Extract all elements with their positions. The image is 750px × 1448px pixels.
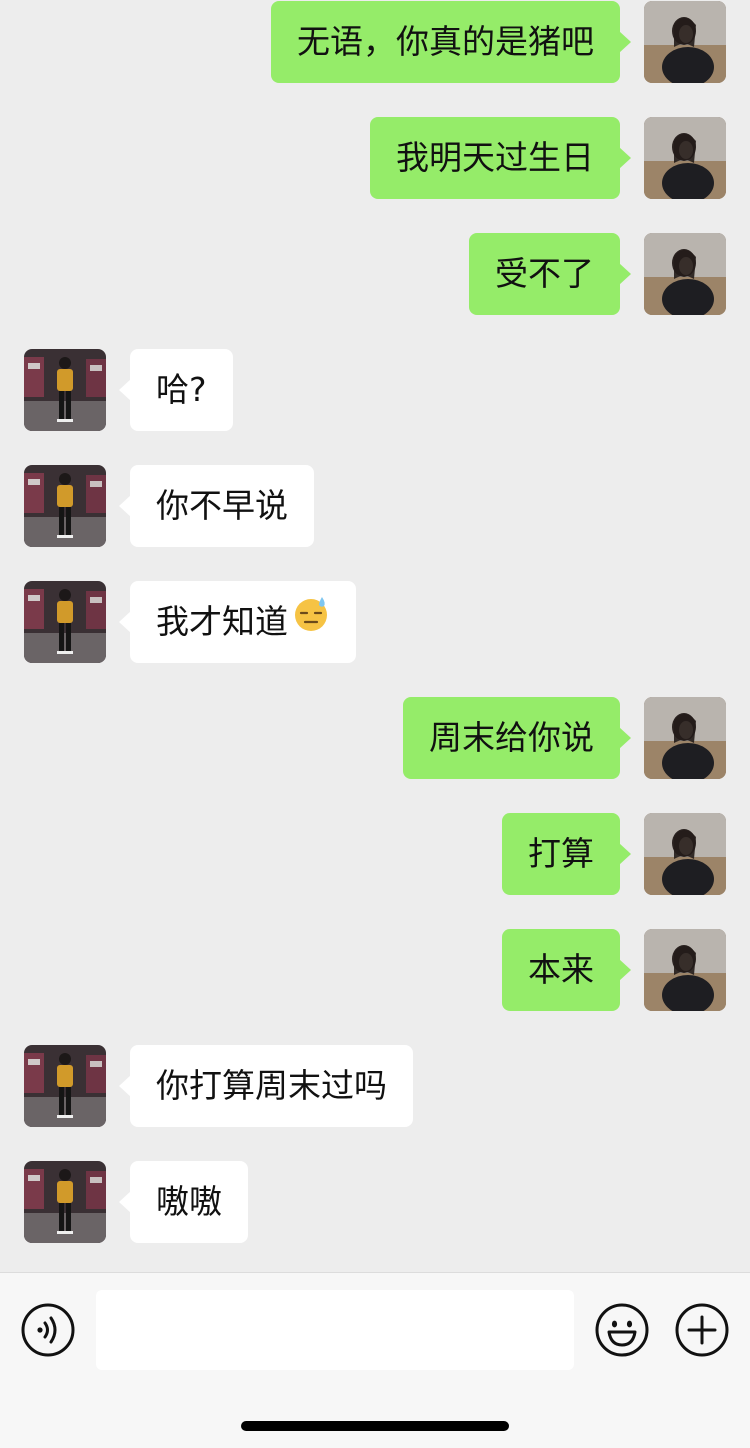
message-bubble-received[interactable]: 嗷嗷 <box>119 1161 248 1243</box>
emoji-button[interactable] <box>595 1303 649 1357</box>
my-avatar[interactable] <box>644 929 726 1011</box>
contact-avatar[interactable] <box>24 349 106 431</box>
message-bubble-received[interactable]: 哈? <box>119 349 233 431</box>
message-row-received: 哈? <box>0 349 750 431</box>
message-row-received: 嗷嗷 <box>0 1161 750 1243</box>
message-row-sent: 本来 <box>0 929 750 1011</box>
chat-message-list[interactable]: 无语，你真的是猪吧 我明天过生日 受不了 哈? 你不早说 我才知道 周末给你说 … <box>0 0 750 1272</box>
contact-avatar[interactable] <box>24 1045 106 1127</box>
more-button[interactable] <box>675 1303 729 1357</box>
voice-icon <box>21 1303 75 1361</box>
contact-avatar[interactable] <box>24 465 106 547</box>
plus-icon <box>675 1303 729 1361</box>
message-row-received: 我才知道 <box>0 581 750 663</box>
message-row-received: 你打算周末过吗 <box>0 1045 750 1127</box>
message-input[interactable] <box>96 1290 574 1370</box>
emoji-face-icon <box>595 1303 649 1361</box>
my-avatar[interactable] <box>644 697 726 779</box>
message-text: 我才知道 <box>156 602 288 641</box>
my-avatar[interactable] <box>644 117 726 199</box>
message-bubble-received[interactable]: 我才知道 <box>119 580 356 663</box>
message-bubble-sent[interactable]: 打算 <box>502 813 631 895</box>
home-indicator[interactable] <box>241 1421 509 1431</box>
contact-avatar[interactable] <box>24 1161 106 1243</box>
message-row-sent: 打算 <box>0 813 750 895</box>
message-row-sent: 周末给你说 <box>0 697 750 779</box>
message-row-sent: 我明天过生日 <box>0 117 750 199</box>
cold-sweat-emoji <box>292 580 330 662</box>
message-row-sent: 无语，你真的是猪吧 <box>0 1 750 83</box>
my-avatar[interactable] <box>644 233 726 315</box>
message-bubble-sent[interactable]: 无语，你真的是猪吧 <box>271 1 631 83</box>
chat-input-bar <box>0 1272 750 1448</box>
voice-button[interactable] <box>21 1303 75 1357</box>
message-bubble-received[interactable]: 你不早说 <box>119 465 314 547</box>
message-bubble-sent[interactable]: 本来 <box>502 929 631 1011</box>
my-avatar[interactable] <box>644 813 726 895</box>
my-avatar[interactable] <box>644 1 726 83</box>
contact-avatar[interactable] <box>24 581 106 663</box>
message-bubble-sent[interactable]: 受不了 <box>469 233 631 315</box>
message-row-received: 你不早说 <box>0 465 750 547</box>
message-bubble-sent[interactable]: 周末给你说 <box>403 697 631 779</box>
message-row-sent: 受不了 <box>0 233 750 315</box>
message-bubble-sent[interactable]: 我明天过生日 <box>370 117 631 199</box>
message-bubble-received[interactable]: 你打算周末过吗 <box>119 1045 413 1127</box>
